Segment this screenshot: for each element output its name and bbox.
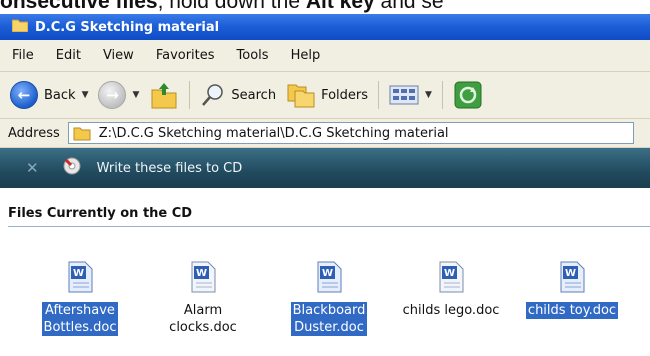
word-document-icon: W bbox=[560, 261, 585, 293]
svg-text:W: W bbox=[444, 268, 455, 279]
file-item[interactable]: W childs toy.doc bbox=[514, 260, 630, 319]
back-label: Back bbox=[44, 87, 76, 103]
folders-icon bbox=[287, 84, 315, 108]
file-name: Alarm clocks.doc bbox=[169, 303, 237, 335]
file-item[interactable]: W Aftershave Bottles.doc bbox=[20, 260, 140, 336]
cd-burn-icon bbox=[63, 157, 81, 179]
search-label: Search bbox=[231, 87, 277, 103]
toolbar-separator bbox=[441, 81, 443, 109]
file-name: childs lego.doc bbox=[402, 303, 500, 318]
cd-files-panel: Files Currently on the CD W Aftershave Bo… bbox=[0, 188, 650, 356]
views-button[interactable]: ▼ bbox=[389, 85, 432, 105]
close-icon[interactable]: ✕ bbox=[26, 159, 39, 177]
search-icon bbox=[202, 84, 224, 106]
address-path: Z:\D.C.G Sketching material\D.C.G Sketch… bbox=[98, 125, 449, 141]
menu-help[interactable]: Help bbox=[280, 48, 332, 63]
folder-icon bbox=[11, 18, 29, 36]
file-item[interactable]: W Blackboard Duster.doc bbox=[270, 260, 388, 336]
chevron-down-icon[interactable]: ▼ bbox=[425, 90, 432, 100]
file-name: childs toy.doc bbox=[525, 302, 619, 319]
file-item[interactable]: W childs lego.doc bbox=[388, 260, 514, 319]
address-field[interactable]: Z:\D.C.G Sketching material\D.C.G Sketch… bbox=[67, 122, 634, 144]
file-name: Blackboard Duster.doc bbox=[290, 302, 368, 336]
address-bar: Address Z:\D.C.G Sketching material\D.C.… bbox=[0, 119, 650, 148]
menu-edit[interactable]: Edit bbox=[45, 48, 92, 63]
folders-label: Folders bbox=[321, 87, 369, 103]
cd-writing-task-bar[interactable]: ✕ Write these files to CD bbox=[0, 148, 650, 188]
tutorial-caption: onsecutive files, hold down the Alt key … bbox=[0, 0, 650, 14]
back-arrow-icon: ← bbox=[10, 81, 38, 109]
file-item[interactable]: W Alarm clocks.doc bbox=[148, 260, 258, 336]
menu-view[interactable]: View bbox=[92, 48, 145, 63]
caption-text-2: and se bbox=[374, 0, 444, 13]
chevron-down-icon[interactable]: ▼ bbox=[132, 90, 139, 100]
chevron-down-icon[interactable]: ▼ bbox=[82, 90, 89, 100]
toolbar-separator bbox=[378, 81, 380, 109]
up-folder-button[interactable] bbox=[149, 80, 179, 110]
menu-tools[interactable]: Tools bbox=[226, 48, 280, 63]
explorer-window: D.C.G Sketching material File Edit View … bbox=[0, 14, 650, 356]
word-document-icon: W bbox=[68, 261, 93, 293]
views-icon bbox=[389, 85, 419, 105]
svg-text:W: W bbox=[73, 268, 84, 279]
file-name: Aftershave Bottles.doc bbox=[41, 302, 119, 336]
forward-button[interactable]: → ▼ bbox=[98, 81, 139, 109]
menu-file[interactable]: File bbox=[0, 48, 45, 63]
word-document-icon: W bbox=[191, 261, 216, 293]
address-label: Address bbox=[8, 125, 60, 141]
svg-text:W: W bbox=[196, 268, 207, 279]
up-folder-icon bbox=[151, 83, 177, 109]
files-section-heading: Files Currently on the CD bbox=[8, 206, 650, 227]
window-title: D.C.G Sketching material bbox=[35, 19, 220, 35]
word-document-icon: W bbox=[317, 261, 342, 293]
toolbar-separator bbox=[189, 81, 191, 109]
cd-task-label: Write these files to CD bbox=[96, 160, 243, 176]
svg-text:W: W bbox=[322, 268, 333, 279]
back-button[interactable]: ← Back ▼ bbox=[10, 81, 88, 109]
folder-icon bbox=[73, 127, 91, 141]
folders-button[interactable]: Folders bbox=[286, 81, 368, 109]
forward-arrow-icon: → bbox=[98, 81, 127, 109]
caption-bold-1: onsecutive files bbox=[0, 0, 158, 13]
toolbar: ← Back ▼ → ▼ Search Folders ▼ bbox=[0, 72, 650, 119]
caption-bold-2: Alt key bbox=[305, 0, 375, 13]
title-bar[interactable]: D.C.G Sketching material bbox=[0, 14, 650, 40]
caption-text-1: , hold down the bbox=[157, 0, 306, 13]
svg-text:W: W bbox=[565, 268, 576, 279]
menu-bar: File Edit View Favorites Tools Help bbox=[0, 40, 650, 72]
menu-favorites[interactable]: Favorites bbox=[145, 48, 226, 63]
sync-icon bbox=[454, 81, 482, 109]
search-button[interactable]: Search bbox=[200, 82, 276, 108]
word-document-icon: W bbox=[439, 261, 464, 293]
sync-button[interactable] bbox=[453, 80, 483, 110]
